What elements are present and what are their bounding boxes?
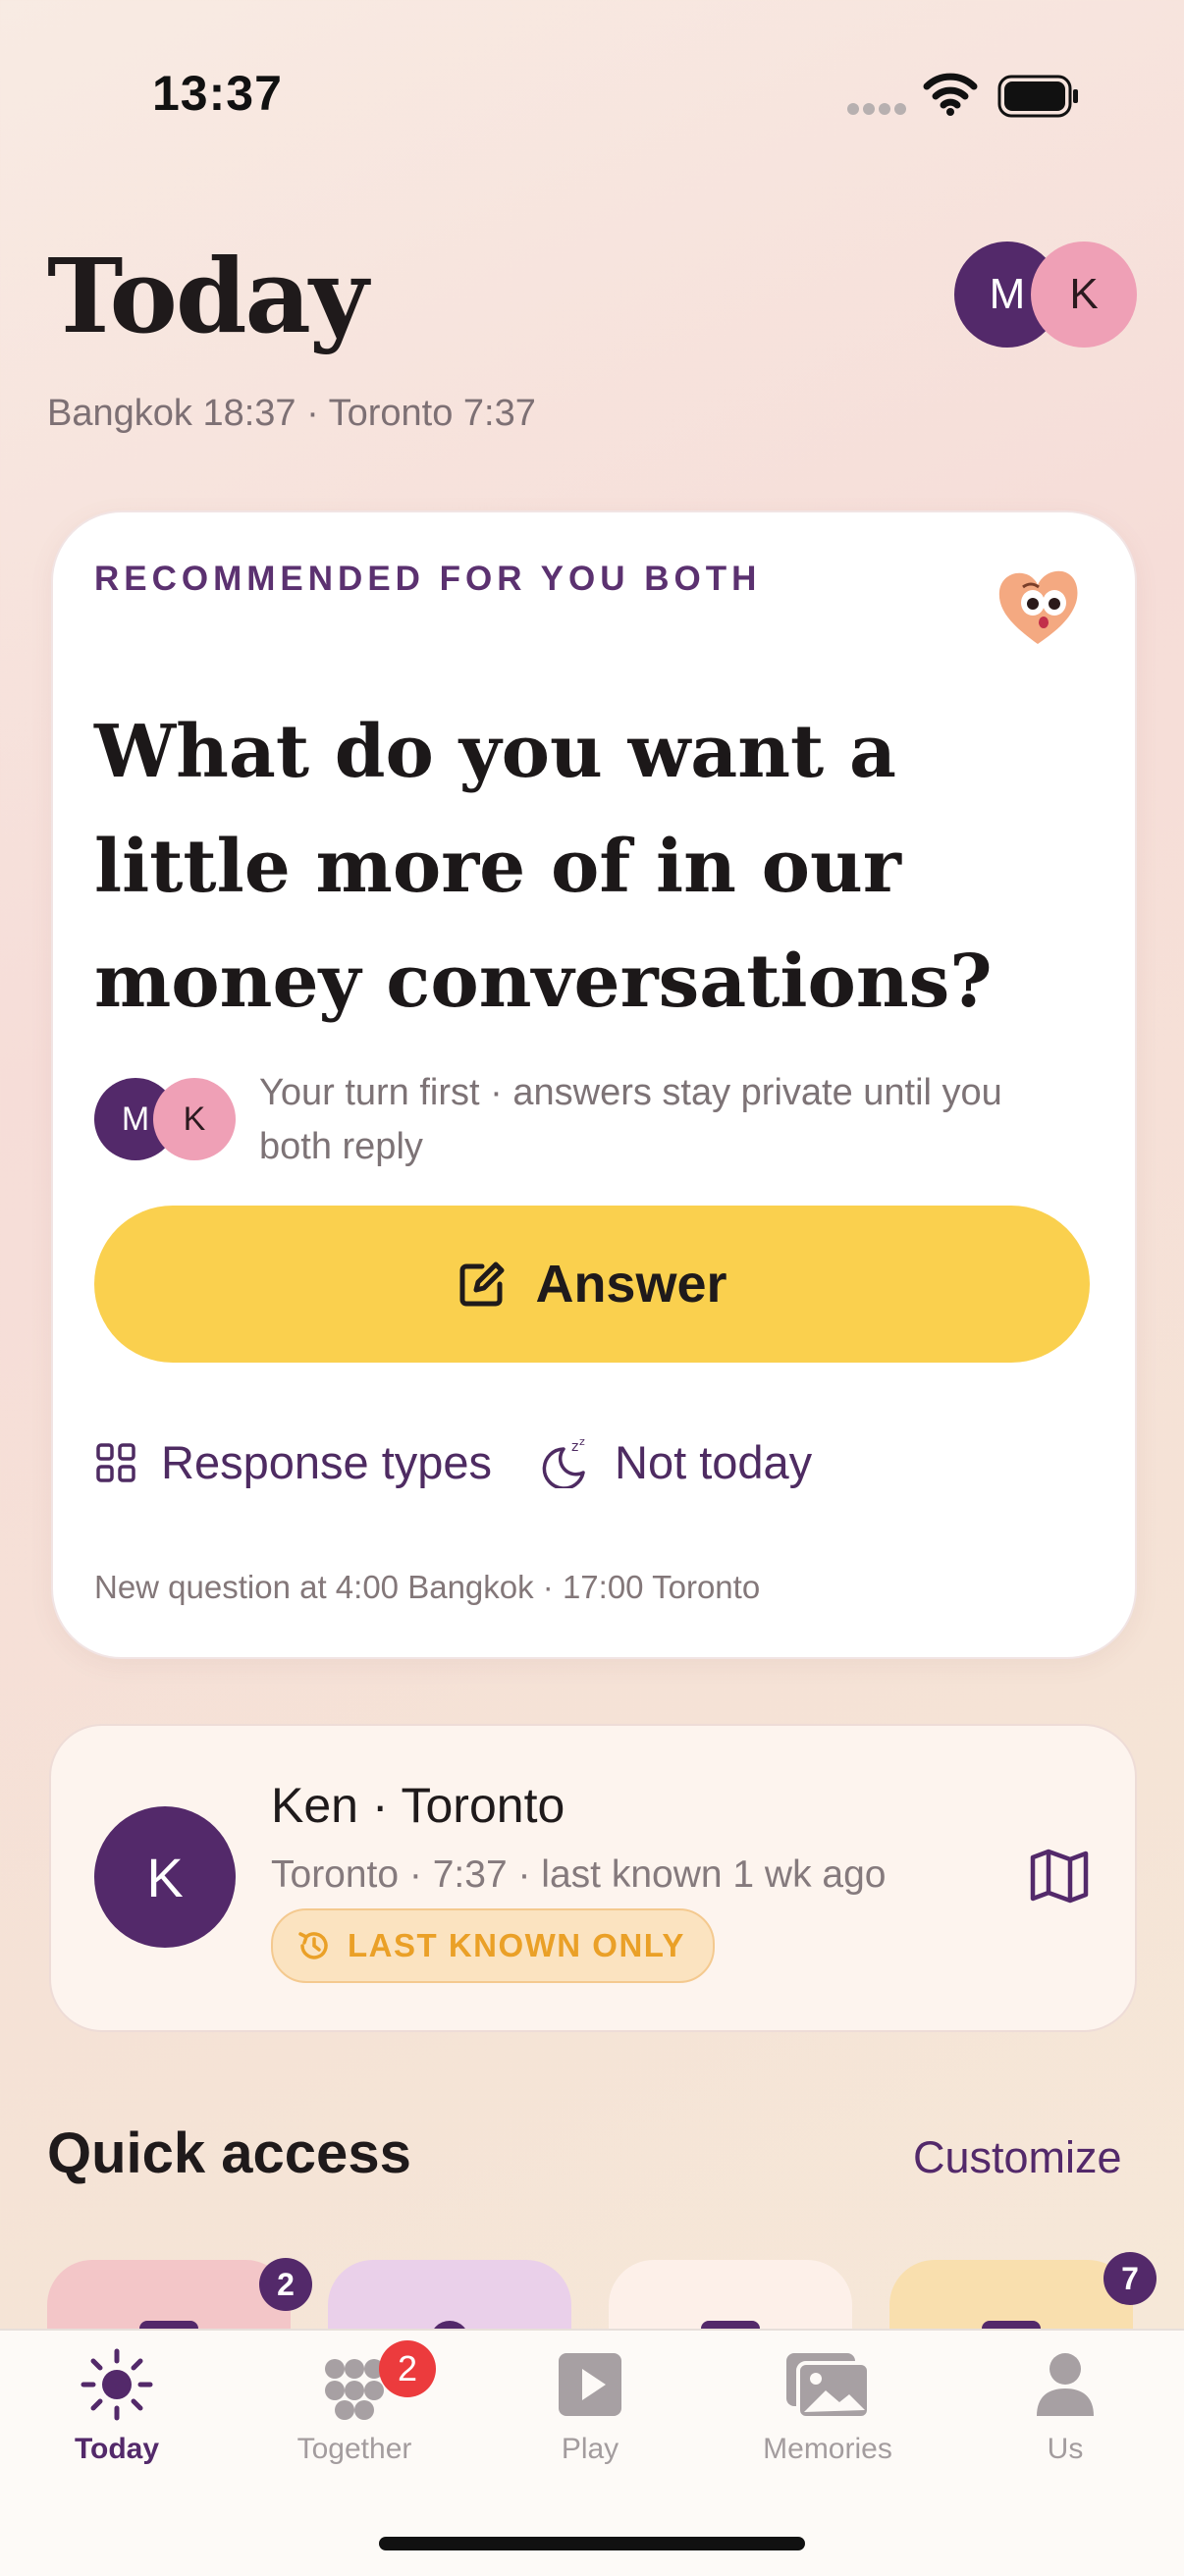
response-types-link[interactable]: Response types <box>94 1435 492 1489</box>
answer-label: Answer <box>535 1255 727 1314</box>
not-today-label: Not today <box>615 1436 813 1488</box>
time-zones-subtitle: Bangkok 18:37 · Toronto 7:37 <box>47 393 536 434</box>
schedule-note: New question at 4:00 Bangkok · 17:00 Tor… <box>94 1569 761 1605</box>
history-clock-icon <box>298 1932 328 1959</box>
last-known-label: LAST KNOWN ONLY <box>348 1927 685 1963</box>
photos-icon <box>786 2353 871 2420</box>
tile-1-count-badge: 2 <box>259 2258 312 2311</box>
together-notification-badge: 2 <box>379 2340 436 2397</box>
not-today-link[interactable]: z z Not today <box>542 1435 812 1489</box>
map-icon[interactable] <box>1029 1848 1090 1905</box>
partner-location-detail: Toronto · 7:37 · last known 1 wk ago <box>271 1853 887 1896</box>
grid-icon <box>96 1442 135 1482</box>
last-known-badge: LAST KNOWN ONLY <box>271 1908 715 1983</box>
svg-text:z: z <box>571 1439 578 1455</box>
turn-note: Your turn first · answers stay private u… <box>259 1072 1002 1167</box>
answer-button[interactable]: Answer <box>94 1206 1090 1363</box>
response-types-label: Response types <box>161 1436 493 1488</box>
tab-memories[interactable]: Memories <box>734 2340 921 2474</box>
partner-avatar: K <box>94 1806 236 1948</box>
page-title: Today <box>47 236 368 356</box>
tab-memories-label: Memories <box>763 2433 892 2465</box>
sun-icon <box>81 2348 153 2421</box>
svg-text:z: z <box>579 1437 585 1448</box>
avatar-k[interactable]: K <box>1031 242 1137 348</box>
partner-name: Ken · Toronto <box>271 1778 565 1833</box>
tab-play-label: Play <box>561 2433 619 2465</box>
wifi-icon <box>923 73 978 116</box>
tab-us[interactable]: Us <box>972 2340 1158 2474</box>
tab-us-label: Us <box>1047 2433 1084 2465</box>
quick-access-title: Quick access <box>47 2121 411 2185</box>
card-avatar-k: K <box>153 1078 236 1160</box>
heart-mascot-icon <box>998 570 1078 644</box>
home-indicator[interactable] <box>379 2537 805 2550</box>
tile-4-count-badge: 7 <box>1103 2252 1157 2305</box>
status-time: 13:37 <box>152 66 283 121</box>
tab-together-label: Together <box>296 2433 412 2465</box>
tab-today-label: Today <box>74 2433 160 2465</box>
tab-play[interactable]: Play <box>497 2340 683 2474</box>
person-icon <box>1037 2353 1094 2416</box>
edit-icon <box>459 1261 505 1307</box>
customize-link[interactable]: Customize <box>913 2132 1122 2183</box>
moon-sleep-icon: z z <box>542 1437 585 1488</box>
play-icon <box>559 2353 621 2416</box>
recommended-label: RECOMMENDED FOR YOU BOTH <box>94 560 762 598</box>
cellular-signal-icon <box>847 103 906 115</box>
tab-today[interactable]: Today <box>24 2340 210 2474</box>
battery-icon <box>997 75 1078 118</box>
question-text: What do you want a little more of in our… <box>94 710 993 1024</box>
